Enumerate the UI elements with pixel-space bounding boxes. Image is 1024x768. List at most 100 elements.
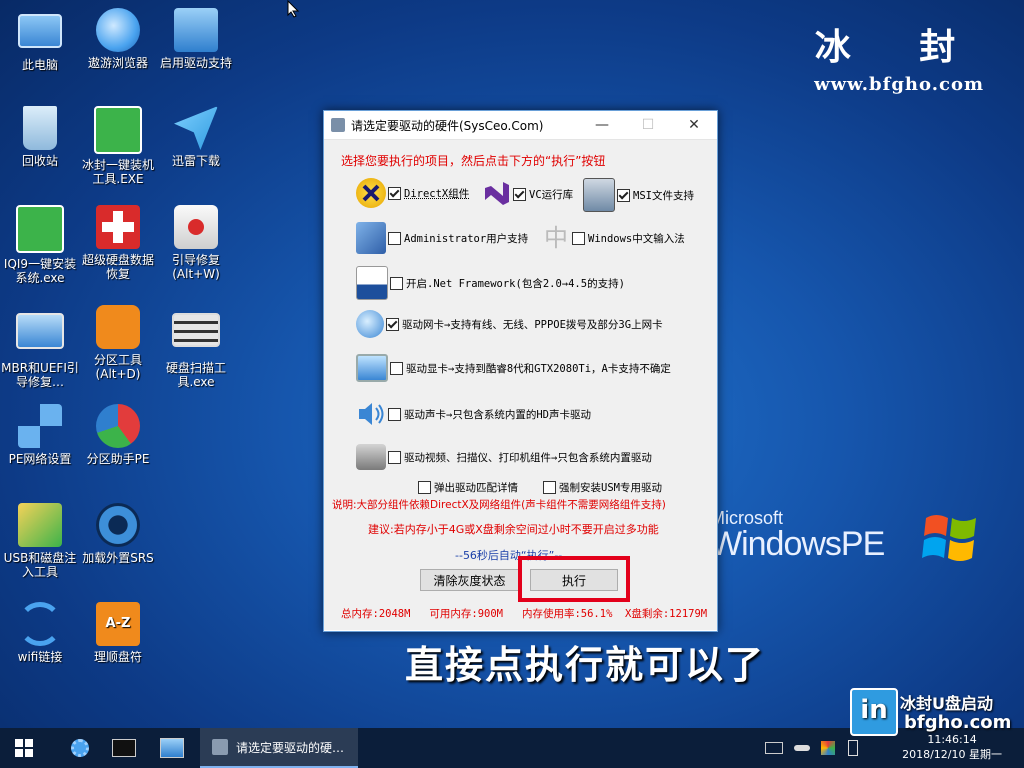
- taskbar-app-driver-dialog[interactable]: 请选定要驱动的硬…: [200, 728, 358, 768]
- recycle-bin-icon: [23, 106, 57, 150]
- bfgho-logo-icon: in: [850, 688, 898, 736]
- chinese-ime-checkbox[interactable]: [572, 231, 585, 245]
- msi-label: MSI文件支持: [633, 189, 694, 202]
- desktop-icon-label: 分区助手PE: [86, 452, 150, 466]
- admin-user-icon: [356, 222, 386, 254]
- netfx-checkbox[interactable]: [390, 276, 403, 290]
- popup-match-details-checkbox[interactable]: [418, 481, 431, 494]
- dialog-titlebar[interactable]: 请选定要驱动的硬件(SysCeo.Com) — ☐ ✕: [324, 111, 717, 140]
- desktop-icon-label: 迅雷下载: [171, 154, 220, 168]
- desktop-icon-wifi[interactable]: wifi链接: [0, 602, 80, 664]
- desktop-icon-drive-letters[interactable]: A-Z 理顺盘符: [78, 602, 158, 664]
- option-netfx[interactable]: 开启.Net Framework(包含2.0→4.5的支持): [356, 266, 625, 300]
- network-card-label: 驱动网卡→支持有线、无线、PPPOE拨号及部分3G上网卡: [402, 318, 663, 331]
- desktop-icon-iqi9-install[interactable]: IQI9一键安装系统.exe: [0, 205, 80, 285]
- desktop-icon-browser[interactable]: 遨游浏览器: [78, 8, 158, 70]
- option-vc[interactable]: VC运行库: [481, 178, 573, 210]
- option-video-scanner-printer[interactable]: 驱动视频、扫描仪、打印机组件→只包含系统内置驱动: [356, 444, 652, 470]
- clock-date: 2018/12/10 星期一: [902, 748, 1002, 761]
- desktop-icon-load-srs[interactable]: 加载外置SRS: [78, 503, 158, 565]
- close-button[interactable]: ✕: [671, 111, 717, 139]
- desktop-icon-label: 硬盘扫描工具.exe: [165, 361, 226, 389]
- taskbar-pin-network[interactable]: [152, 728, 192, 768]
- desktop-icon-mbr-uefi-repair[interactable]: MBR和UEFI引导修复…: [0, 313, 80, 389]
- watermark-brand: 冰封U盘启动: [900, 694, 993, 713]
- netfx-label: 开启.Net Framework(包含2.0→4.5的支持): [406, 277, 625, 290]
- browser-icon: [96, 8, 140, 52]
- desktop-icon-onekey-install[interactable]: 冰封一键装机工具.EXE: [78, 106, 158, 186]
- wifi-icon: [18, 602, 62, 646]
- app-icon: [212, 739, 228, 755]
- option-sound-card[interactable]: 驱动声卡→只包含系统内置的HD声卡驱动: [356, 398, 591, 430]
- desktop-icon-disk-scan[interactable]: 硬盘扫描工具.exe: [156, 313, 236, 389]
- option-directx[interactable]: DirectX组件: [356, 178, 469, 208]
- ghost-icon: [94, 106, 142, 154]
- taskbar-clock[interactable]: 11:46:14 2018/12/10 星期一: [902, 732, 1002, 762]
- desktop-icon-data-recovery[interactable]: 超级硬盘数据恢复: [78, 205, 158, 281]
- option-graphics-card[interactable]: 驱动显卡→支持到酷睿8代和GTX2080Ti，A卡支持不确定: [356, 354, 671, 382]
- taskbar-pin-cmd[interactable]: [104, 728, 144, 768]
- visual-studio-icon: [481, 178, 511, 210]
- brand-url: www.bfgho.com: [814, 74, 984, 95]
- vc-checkbox[interactable]: [513, 187, 526, 201]
- advice-text: 建议:若内存小于4G或X盘剩余空间过小时不要开启过多功能: [368, 523, 659, 536]
- option-network-card[interactable]: 驱动网卡→支持有线、无线、PPPOE拨号及部分3G上网卡: [356, 310, 663, 338]
- desktop-icon-usb-inject[interactable]: USB和磁盘注入工具: [0, 503, 80, 579]
- vc-label: VC运行库: [529, 188, 574, 201]
- msi-checkbox[interactable]: [617, 188, 630, 202]
- directx-icon: [356, 178, 386, 208]
- graphics-card-label: 驱动显卡→支持到酷睿8代和GTX2080Ti，A卡支持不确定: [406, 362, 671, 375]
- desktop-icon-label: 分区工具(Alt+D): [93, 353, 142, 381]
- disk-scan-icon: [172, 313, 220, 347]
- video-scanner-printer-checkbox[interactable]: [388, 450, 401, 464]
- clear-gray-state-button[interactable]: 清除灰度状态: [420, 569, 519, 591]
- speaker-icon: [356, 398, 386, 430]
- desktop-icon-recycle-bin[interactable]: 回收站: [0, 106, 80, 168]
- graphics-card-checkbox[interactable]: [390, 361, 403, 375]
- option-chinese-ime[interactable]: 中 Windows中文输入法: [542, 222, 685, 254]
- display-tray-icon[interactable]: [818, 728, 838, 768]
- desktop-icon-boot-repair[interactable]: 引导修复(Alt+W): [156, 205, 236, 281]
- dialog-title: 请选定要驱动的硬件(SysCeo.Com): [351, 118, 544, 133]
- minimize-button[interactable]: —: [579, 111, 625, 139]
- desktop-icon-pe-network[interactable]: PE网络设置: [0, 404, 80, 466]
- wallpaper-windowspe: WindowsPE: [710, 525, 885, 563]
- desktop-icon-label: wifi链接: [17, 650, 63, 664]
- directx-checkbox[interactable]: [388, 186, 401, 200]
- option-popup-match-details[interactable]: 弹出驱动匹配详情: [418, 480, 518, 495]
- desktop-icon-driver-support[interactable]: 启用驱动支持: [156, 8, 236, 70]
- start-button[interactable]: [0, 728, 48, 768]
- network-globe-icon: [356, 310, 384, 338]
- desktop-icon-this-pc[interactable]: 此电脑: [0, 8, 80, 72]
- administrator-label: Administrator用户支持: [404, 232, 529, 245]
- network-monitor-icon: [174, 8, 218, 52]
- mouse-cursor-icon: [287, 0, 301, 18]
- display-monitor-icon: [356, 354, 388, 382]
- keyboard-icon[interactable]: [764, 728, 784, 768]
- srs-icon: [96, 503, 140, 547]
- directx-label: DirectX组件: [404, 187, 470, 200]
- network-tray-icon[interactable]: [792, 728, 812, 768]
- network-settings-icon: [18, 404, 62, 448]
- desktop-icon-thunder[interactable]: 迅雷下载: [156, 106, 236, 168]
- force-usm-checkbox[interactable]: [543, 481, 556, 494]
- memory-status-bar: 总内存:2048M 可用内存:900M 内存使用率:56.1% X盘剩余:121…: [341, 608, 708, 620]
- desktop-icon-label: USB和磁盘注入工具: [3, 551, 77, 579]
- desktop-icon-label: 启用驱动支持: [159, 56, 232, 70]
- dotnet-icon: [356, 266, 388, 300]
- option-administrator[interactable]: Administrator用户支持: [356, 222, 528, 254]
- computer-icon: [18, 14, 62, 48]
- network-card-checkbox[interactable]: [386, 317, 399, 331]
- taskbar-pin-settings[interactable]: [60, 728, 100, 768]
- desktop-icon-label: 遨游浏览器: [87, 56, 148, 70]
- brand-logo: 冰 封 www.bfgho.com: [814, 18, 984, 95]
- administrator-checkbox[interactable]: [388, 231, 401, 245]
- network-monitor-icon: [160, 738, 184, 758]
- desktop-icon-partition-assistant[interactable]: 分区助手PE: [78, 404, 158, 466]
- msi-installer-icon: [583, 178, 615, 212]
- desktop-icon-partition-tool[interactable]: 分区工具(Alt+D): [78, 305, 158, 381]
- option-msi[interactable]: MSI文件支持: [583, 178, 694, 212]
- sound-card-checkbox[interactable]: [388, 407, 401, 421]
- option-force-usm[interactable]: 强制安装USM专用驱动: [543, 480, 662, 495]
- desktop-icon-label: 理顺盘符: [93, 650, 142, 664]
